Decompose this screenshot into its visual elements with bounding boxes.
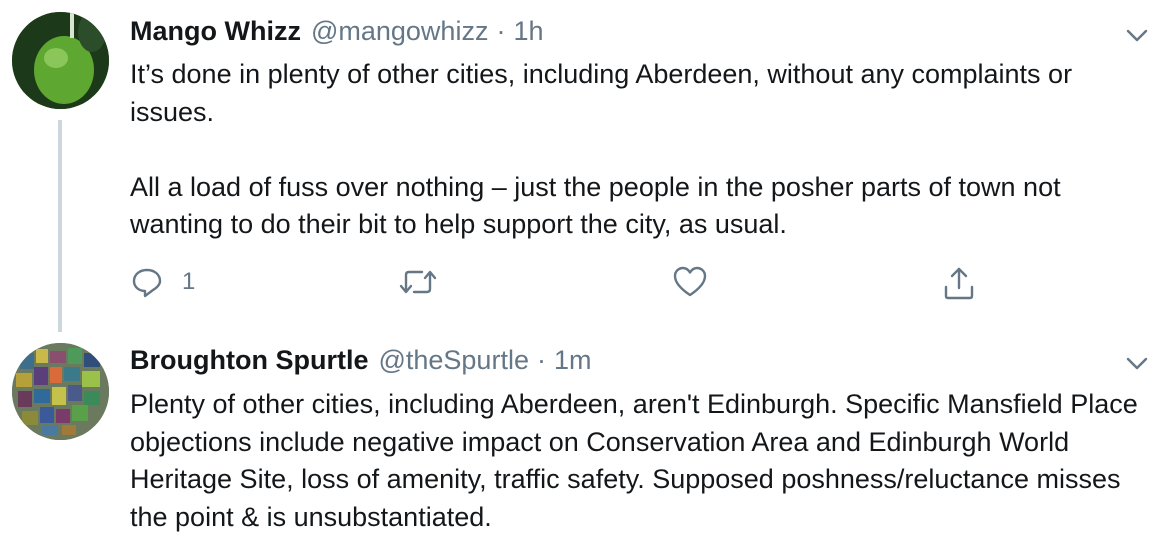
timestamp[interactable]: 1m <box>554 345 592 376</box>
green-fruit-avatar-icon <box>12 12 109 109</box>
timestamp[interactable]: 1h <box>513 16 543 47</box>
display-name[interactable]: Broughton Spurtle <box>130 345 368 376</box>
display-name[interactable]: Mango Whizz <box>130 16 301 47</box>
user-handle[interactable]: @theSpurtle <box>378 345 529 376</box>
chevron-down-icon[interactable] <box>1124 22 1150 48</box>
tweet-mango-whizz[interactable]: Mango Whizz @mangowhizz · 1h It’s done i… <box>0 0 1170 332</box>
tweet-text: Plenty of other cities, including Aberde… <box>130 386 1160 536</box>
tweet-text: It’s done in plenty of other cities, inc… <box>130 56 1160 244</box>
tweet-paragraph: It’s done in plenty of other cities, inc… <box>130 59 1073 127</box>
tweet-actions: 1 <box>130 265 1130 305</box>
reply-button[interactable]: 1 <box>130 265 195 299</box>
retweet-icon <box>399 270 437 294</box>
retweet-button[interactable] <box>398 265 438 299</box>
share-icon <box>944 267 974 300</box>
chevron-down-icon[interactable] <box>1124 350 1150 376</box>
thread-line <box>58 120 62 332</box>
user-handle[interactable]: @mangowhizz <box>311 16 488 47</box>
avatar[interactable] <box>12 12 109 109</box>
reply-count: 1 <box>182 268 196 295</box>
reply-icon <box>132 268 162 298</box>
tweet-header: Broughton Spurtle @theSpurtle · 1m <box>130 345 591 381</box>
tweet-broughton-spurtle[interactable]: Broughton Spurtle @theSpurtle · 1m Plent… <box>0 330 1170 556</box>
tweet-paragraph: All a load of fuss over nothing – just t… <box>130 171 1061 240</box>
share-button[interactable] <box>942 265 976 301</box>
heart-icon <box>673 266 707 297</box>
mosaic-avatar-icon <box>12 343 109 440</box>
tweet-header: Mango Whizz @mangowhizz · 1h <box>130 16 544 52</box>
tweet-paragraph: Plenty of other cities, including Aberde… <box>130 389 1138 532</box>
separator: · <box>496 16 506 46</box>
like-button[interactable] <box>672 265 708 299</box>
avatar[interactable] <box>12 343 109 440</box>
separator: · <box>536 345 546 375</box>
